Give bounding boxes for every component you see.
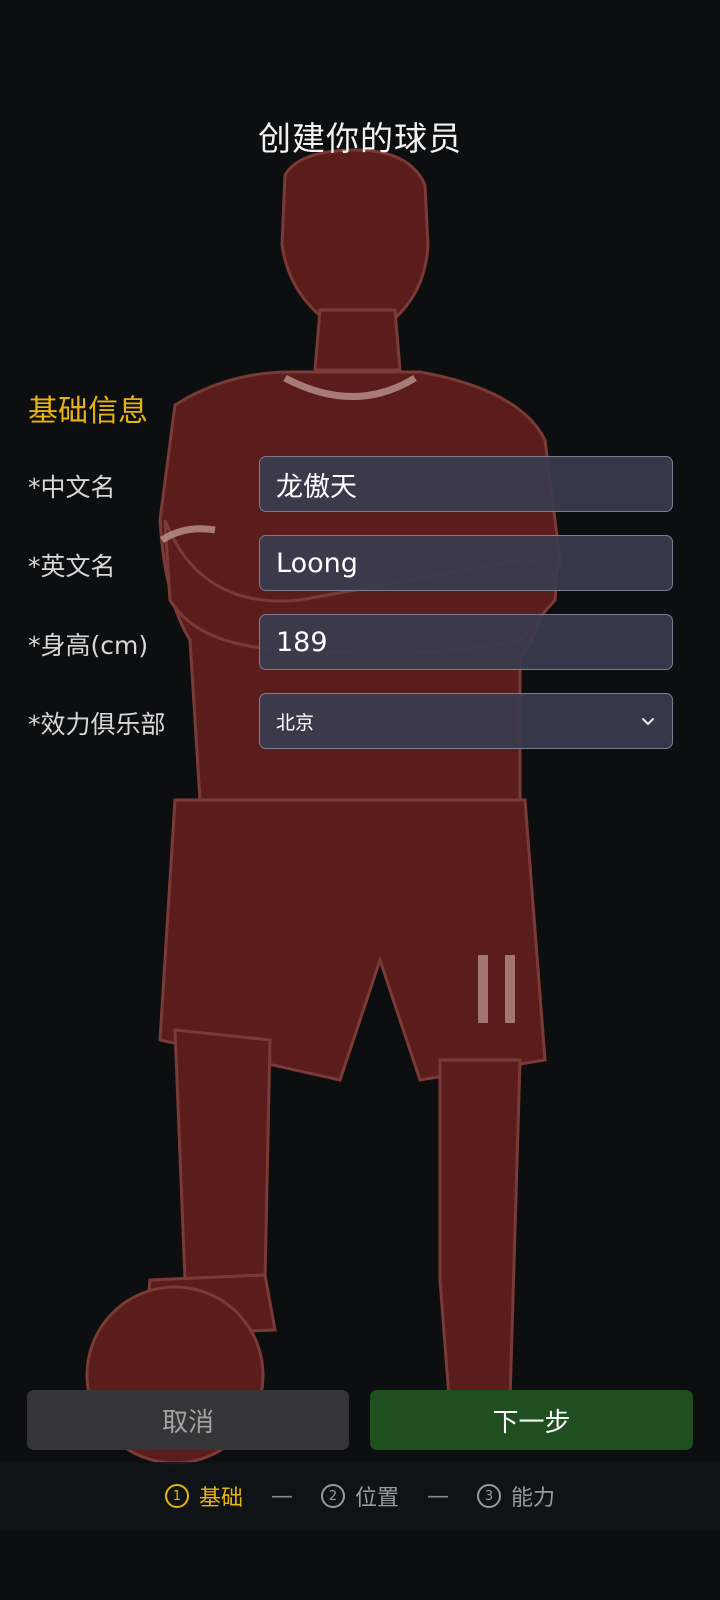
step-label-ability: 能力 <box>511 1486 556 1511</box>
create-player-screen: 创建你的球员 基础信息 *中文名 *英文名 *身高(cm) *效力俱乐部 北京 … <box>0 0 720 1600</box>
chevron-down-icon <box>642 718 654 725</box>
step-label-position: 位置 <box>354 1486 399 1511</box>
height-row: *身高(cm) <box>0 614 720 672</box>
section-title: 基础信息 <box>28 394 148 429</box>
chinese-name-label: *中文名 <box>28 473 116 502</box>
english-name-label: *英文名 <box>28 552 116 581</box>
step-number-2: 2 <box>320 1484 345 1508</box>
club-label: *效力俱乐部 <box>28 710 166 739</box>
step-ability: 3 能力 <box>477 1480 555 1512</box>
chinese-name-row: *中文名 <box>0 456 720 514</box>
progress-stepper: 1 基础 — 2 位置 — 3 能力 <box>0 1462 720 1530</box>
step-separator: — <box>427 1483 449 1509</box>
step-separator: — <box>270 1483 293 1509</box>
step-position: 2 位置 <box>320 1480 399 1512</box>
step-label-basic: 基础 <box>198 1486 243 1511</box>
chinese-name-input[interactable] <box>259 456 673 512</box>
english-name-row: *英文名 <box>0 535 720 593</box>
height-input[interactable] <box>259 614 673 670</box>
step-number-3: 3 <box>477 1484 501 1508</box>
footballer-illustration <box>85 148 575 1465</box>
club-select[interactable]: 北京 <box>259 693 673 749</box>
step-basic: 1 基础 <box>164 1480 243 1512</box>
club-row: *效力俱乐部 北京 <box>0 693 720 751</box>
club-selected-value: 北京 <box>276 711 315 734</box>
height-label: *身高(cm) <box>28 631 149 660</box>
english-name-input[interactable] <box>259 535 673 591</box>
step-number-1: 1 <box>164 1484 189 1508</box>
cancel-button[interactable]: 取消 <box>27 1390 349 1450</box>
next-button[interactable]: 下一步 <box>370 1390 693 1450</box>
page-title: 创建你的球员 <box>258 119 462 158</box>
